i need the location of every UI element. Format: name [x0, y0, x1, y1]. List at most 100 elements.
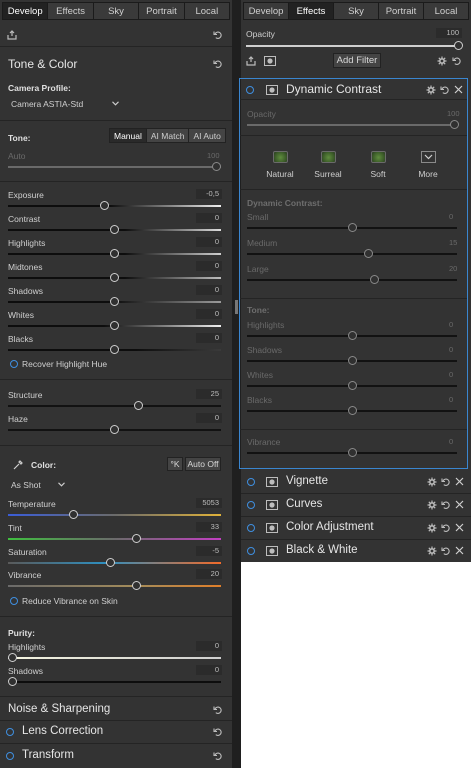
purity-shadows-slider-track[interactable]	[8, 681, 221, 683]
inner-opacity-track[interactable]	[247, 124, 457, 126]
vibrance-value[interactable]: 20	[196, 569, 222, 579]
tab-develop[interactable]: Develop	[244, 3, 289, 19]
preset-natural[interactable]: Natural	[260, 151, 300, 179]
rtone-shadows-slider-thumb[interactable]	[348, 356, 357, 365]
filter-row-vignette[interactable]: Vignette	[241, 471, 471, 493]
tab-portrait[interactable]: Portrait	[379, 3, 424, 19]
opacity-value[interactable]: 100	[436, 28, 462, 38]
opacity-slider-thumb[interactable]	[454, 41, 463, 50]
tone-whites-slider-thumb[interactable]	[110, 321, 119, 330]
section-transform[interactable]: Transform	[22, 749, 74, 761]
tone-highlights-slider-thumb[interactable]	[110, 249, 119, 258]
filter-title[interactable]: Black & White	[286, 544, 358, 556]
tone-contrast-value[interactable]: 0	[196, 213, 222, 223]
filter-title[interactable]: Color Adjustment	[286, 521, 374, 533]
close-icon[interactable]	[455, 523, 464, 532]
purity-shadows-slider-thumb[interactable]	[8, 677, 17, 686]
export-icon[interactable]	[246, 56, 256, 66]
purity-shadows-value[interactable]: 0	[196, 665, 222, 675]
eyedropper-icon[interactable]	[13, 460, 23, 470]
vibrance-slider-track[interactable]	[8, 585, 221, 587]
reduce-vibrance-checkbox[interactable]	[10, 597, 18, 605]
temperature-slider-thumb[interactable]	[69, 510, 78, 519]
gear-icon[interactable]	[426, 85, 436, 95]
dc-medium-slider-track[interactable]	[247, 253, 457, 255]
gear-icon[interactable]	[427, 523, 437, 533]
tone-highlights-value[interactable]: 0	[196, 237, 222, 247]
mask-icon[interactable]	[264, 56, 276, 66]
tone-exposure-slider-track[interactable]	[8, 205, 221, 207]
auto-slider-thumb[interactable]	[212, 162, 221, 171]
tone-blacks-value[interactable]: 0	[196, 333, 222, 343]
transform-toggle[interactable]	[6, 752, 14, 760]
section-title-tone-color[interactable]: Tone & Color	[8, 57, 77, 71]
tone-exposure-slider-thumb[interactable]	[100, 201, 109, 210]
preset-soft[interactable]: Soft	[358, 151, 398, 179]
tone-mode-ai-auto[interactable]: AI Auto	[189, 129, 225, 142]
tint-slider-track[interactable]	[8, 538, 221, 540]
add-filter-button[interactable]: Add Filter	[333, 53, 381, 68]
rvib-vibrance-slider-thumb[interactable]	[348, 448, 357, 457]
dc-large-slider-track[interactable]	[247, 279, 457, 281]
reset-icon[interactable]	[441, 500, 451, 510]
mask-icon[interactable]	[266, 523, 278, 533]
tint-slider-thumb[interactable]	[132, 534, 141, 543]
temperature-slider-track[interactable]	[8, 514, 221, 516]
reset-icon[interactable]	[213, 705, 223, 715]
tone-exposure-value[interactable]: -0,5	[196, 189, 222, 199]
preset-surreal[interactable]: Surreal	[308, 151, 348, 179]
reset-icon[interactable]	[441, 477, 451, 487]
filter-enable-toggle[interactable]	[247, 524, 255, 532]
opacity-slider-track[interactable]	[246, 45, 460, 47]
filter-enable-toggle[interactable]	[247, 547, 255, 555]
export-icon[interactable]	[7, 30, 17, 40]
white-balance-select[interactable]: As Shot	[11, 480, 41, 490]
haze-slider-thumb[interactable]	[110, 425, 119, 434]
tab-develop[interactable]: Develop	[3, 3, 49, 19]
saturation-value[interactable]: -5	[196, 546, 222, 556]
reset-icon[interactable]	[440, 85, 450, 95]
saturation-slider-thumb[interactable]	[106, 558, 115, 567]
tone-contrast-slider-thumb[interactable]	[110, 225, 119, 234]
reset-icon[interactable]	[452, 56, 462, 66]
mask-icon[interactable]	[266, 477, 278, 487]
tone-midtones-value[interactable]: 0	[196, 261, 222, 271]
structure-slider-track[interactable]	[8, 405, 221, 407]
close-icon[interactable]	[455, 546, 464, 555]
tone-blacks-slider-thumb[interactable]	[110, 345, 119, 354]
close-icon[interactable]	[455, 500, 464, 509]
preset-more[interactable]: More	[408, 151, 448, 179]
tone-shadows-slider-thumb[interactable]	[110, 297, 119, 306]
tab-effects[interactable]: Effects	[289, 3, 334, 19]
section-noise-sharpening[interactable]: Noise & Sharpening	[8, 703, 110, 715]
mask-icon[interactable]	[266, 85, 278, 95]
filter-enable-toggle[interactable]	[247, 478, 255, 486]
vibrance-slider-thumb[interactable]	[132, 581, 141, 590]
reset-icon[interactable]	[213, 727, 223, 737]
chevron-down-icon[interactable]	[112, 101, 119, 106]
purity-highlights-slider-thumb[interactable]	[8, 653, 17, 662]
tone-whites-value[interactable]: 0	[196, 309, 222, 319]
tab-local[interactable]: Local	[424, 3, 468, 19]
reset-icon[interactable]	[213, 30, 223, 40]
filter-title[interactable]: Vignette	[286, 475, 328, 487]
filter-enable-toggle[interactable]	[246, 86, 254, 94]
filter-row-black-white[interactable]: Black & White	[241, 540, 471, 562]
tint-value[interactable]: 33	[196, 522, 222, 532]
panel-resize-handle[interactable]	[235, 300, 238, 314]
tab-portrait[interactable]: Portrait	[139, 3, 185, 19]
tab-effects[interactable]: Effects	[48, 3, 94, 19]
rtone-blacks-slider-thumb[interactable]	[348, 406, 357, 415]
section-lens-correction[interactable]: Lens Correction	[22, 725, 103, 737]
gear-icon[interactable]	[427, 546, 437, 556]
rtone-highlights-slider-thumb[interactable]	[348, 331, 357, 340]
filter-row-color-adjustment[interactable]: Color Adjustment	[241, 517, 471, 539]
dc-large-slider-thumb[interactable]	[370, 275, 379, 284]
camera-profile-select[interactable]: Camera ASTIA-Std	[11, 99, 83, 109]
reset-icon[interactable]	[441, 523, 451, 533]
purity-highlights-slider-track[interactable]	[8, 657, 221, 659]
inner-opacity-thumb[interactable]	[450, 120, 459, 129]
structure-value[interactable]: 25	[196, 389, 222, 399]
temperature-value[interactable]: 5053	[196, 498, 222, 508]
reset-icon[interactable]	[213, 751, 223, 761]
